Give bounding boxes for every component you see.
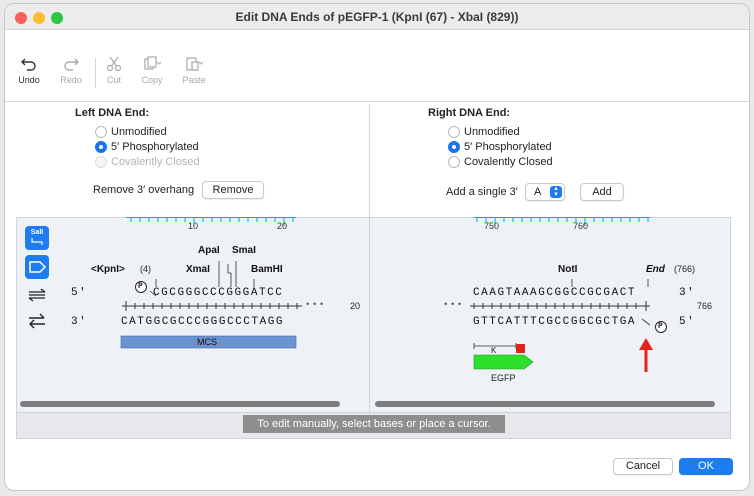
left-phosphate-letter: P [138,282,143,291]
left-sequence-graphics [120,217,302,349]
paste-button[interactable]: Paste [174,56,214,85]
kpni-site-label[interactable]: <KpnI> [91,264,125,275]
right-ruler [474,217,650,226]
right-phosphorylated-label[interactable]: 5′ Phosphorylated [464,141,552,153]
redo-button[interactable]: Redo [51,56,91,85]
left-end-heading: Left DNA End: [75,107,150,119]
redo-label: Redo [60,75,82,85]
undo-icon [21,58,36,71]
right-bottom-strand-end-label: 5' [679,316,696,328]
left-top-strand-end-label: 5' [71,287,88,299]
title-bar: Edit DNA Ends of pEGFP-1 (KpnI (67) - Xb… [5,4,749,30]
end-label: End [646,264,665,275]
add-button[interactable]: Add [580,183,624,201]
left-bottom-strand-sequence[interactable]: CATGGCGCCCGGGCCCTAGG [121,316,284,328]
right-top-strand-sequence[interactable]: CAAGTAAAGCGGCCGCGACT [473,287,636,299]
add-base-label: Add a single 3′ [446,186,518,198]
kpni-position: (4) [140,264,151,274]
mcs-feature-label: MCS [197,337,217,347]
remove-button[interactable]: Remove [202,181,264,199]
redo-icon [64,58,79,71]
copy-icon [144,56,161,70]
right-end-heading: Right DNA End: [428,107,511,119]
undo-label: Undo [18,75,40,85]
left-covalently-closed-radio [95,156,107,168]
cancel-button[interactable]: Cancel [613,458,673,475]
right-ruler-label-760: 760 [573,221,589,231]
right-top-strand-end-label: 3' [679,287,696,299]
cut-label: Cut [106,75,121,85]
end-position: (766) [674,264,696,274]
right-strand-line [470,301,650,311]
end-indicator-arrow-icon [639,338,653,372]
center-divider [369,104,370,217]
right-horizontal-scrollbar[interactable] [375,401,715,407]
bamhi-site-label[interactable]: BamHI [251,264,283,275]
right-phosphate-letter: P [658,322,663,331]
left-ruler-label-10: 10 [188,221,199,231]
right-ellipsis: ••• [443,300,464,310]
right-bottom-strand-sequence[interactable]: GTTCATTTCGCCGGCGCTGA [473,316,636,328]
left-phosphorylated-label[interactable]: 5′ Phosphorylated [111,141,199,153]
copy-label: Copy [141,75,163,85]
right-covalently-closed-radio[interactable] [448,156,460,168]
left-bottom-strand-end-label: 3' [71,316,88,328]
right-sequence-graphics [470,217,667,372]
right-end-number: 766 [697,301,713,311]
xmai-site-label[interactable]: XmaI [186,264,210,275]
dialog-window: Edit DNA Ends of pEGFP-1 (KpnI (67) - Xb… [4,3,750,491]
noti-site-label[interactable]: NotI [558,264,577,275]
left-end-number: 20 [350,301,361,311]
left-phosphorylated-radio[interactable] [95,141,107,153]
base-select[interactable]: A ▴ ▾ [525,183,565,201]
status-message: To edit manually, select bases or place … [243,415,505,433]
scissors-icon [106,56,122,72]
base-select-value: A [534,186,542,198]
right-ruler-label-750: 750 [484,221,500,231]
undo-button[interactable]: Undo [9,56,49,85]
left-strand-line [122,301,302,311]
copy-button[interactable]: Copy [132,56,172,85]
left-ruler [126,217,296,226]
left-ellipsis: ••• [305,300,326,310]
paste-icon [186,57,203,71]
left-top-strand-sequence[interactable]: CGCGGGCCCGGGATCC [153,287,283,299]
right-unmodified-label[interactable]: Unmodified [464,126,520,138]
left-horizontal-scrollbar[interactable] [20,401,340,407]
left-covalently-closed-label: Covalently Closed [111,156,200,168]
right-covalently-closed-label[interactable]: Covalently Closed [464,156,553,168]
left-unmodified-label[interactable]: Unmodified [111,126,167,138]
ok-button[interactable]: OK [679,458,733,475]
smai-site-label[interactable]: SmaI [232,245,256,256]
apai-site-label[interactable]: ApaI [198,245,220,256]
window-title: Edit DNA Ends of pEGFP-1 (KpnI (67) - Xb… [235,10,519,24]
cut-button[interactable]: Cut [94,56,134,85]
egfp-k-marker-label: K [491,346,497,355]
paste-label: Paste [182,75,206,85]
left-ruler-label-20: 20 [277,221,288,231]
right-unmodified-radio[interactable] [448,126,460,138]
select-chevron-icon: ▴ ▾ [550,185,562,198]
egfp-feature-arrow[interactable] [473,343,534,370]
left-unmodified-radio[interactable] [95,126,107,138]
egfp-feature-label: EGFP [491,373,516,383]
remove-overhang-label: Remove 3′ overhang [93,184,195,196]
right-phosphorylated-radio[interactable] [448,141,460,153]
toolbar-separator [5,101,749,102]
